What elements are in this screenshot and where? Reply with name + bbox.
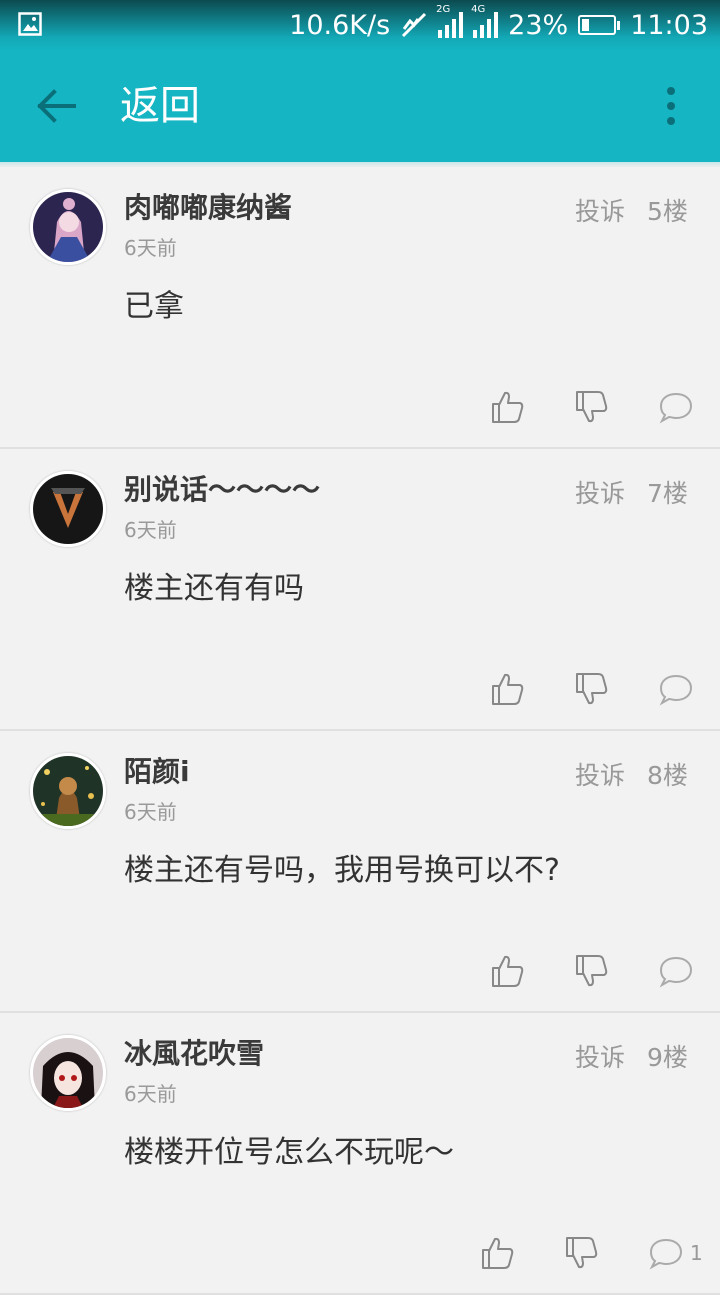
comment-actions bbox=[0, 389, 720, 429]
reply-bubble-icon[interactable] bbox=[648, 1235, 684, 1271]
avatar[interactable] bbox=[30, 471, 106, 547]
report-button[interactable]: 投诉 bbox=[575, 195, 625, 229]
username[interactable]: 别说话～～～～ bbox=[124, 471, 320, 509]
image-notification-icon bbox=[18, 12, 42, 36]
post-time: 6天前 bbox=[124, 236, 177, 260]
reply-bubble-icon[interactable] bbox=[658, 953, 694, 989]
comment-item: 冰風花吹雪 6天前 投诉 9楼 楼楼开位号怎么不玩呢～ 1 bbox=[0, 1013, 720, 1295]
comment-actions bbox=[0, 671, 720, 711]
reply-bubble-icon[interactable] bbox=[658, 671, 694, 707]
post-time: 6天前 bbox=[124, 518, 177, 542]
reply-count: 1 bbox=[690, 1241, 703, 1265]
vibrate-off-icon bbox=[402, 12, 427, 38]
thumbs-up-icon[interactable] bbox=[490, 671, 526, 707]
thumbs-down-icon[interactable] bbox=[574, 953, 610, 989]
signal-2g-icon: 2G bbox=[436, 4, 464, 38]
status-right-group: 10.6K/s 2G 4G 23% 11:03 bbox=[289, 4, 708, 42]
avatar[interactable] bbox=[30, 189, 106, 265]
back-title[interactable]: 返回 bbox=[120, 80, 200, 132]
thumbs-down-icon[interactable] bbox=[564, 1235, 600, 1271]
floor-number: 7楼 bbox=[647, 479, 688, 508]
username[interactable]: 肉嘟嘟康纳酱 bbox=[124, 189, 292, 227]
comment-item: 别说话～～～～ 6天前 投诉 7楼 楼主还有有吗 bbox=[0, 449, 720, 731]
thumbs-down-icon[interactable] bbox=[574, 671, 610, 707]
clock: 11:03 bbox=[630, 9, 708, 41]
reply-bubble-icon[interactable] bbox=[658, 389, 694, 425]
comment-list: 肉嘟嘟康纳酱 6天前 投诉 5楼 已拿 别说话～～～～ 6天前 投诉 7楼 楼主… bbox=[0, 167, 720, 1295]
report-button[interactable]: 投诉 bbox=[575, 477, 625, 511]
net-speed: 10.6K/s bbox=[289, 9, 391, 41]
status-bar: 10.6K/s 2G 4G 23% 11:03 bbox=[0, 0, 720, 50]
battery-level bbox=[582, 19, 590, 31]
signal-4g-icon: 4G bbox=[471, 4, 499, 38]
avatar[interactable] bbox=[30, 753, 106, 829]
action-bar: 返回 bbox=[0, 50, 720, 162]
more-vert-icon[interactable] bbox=[664, 86, 678, 126]
battery-percent: 23% bbox=[508, 9, 569, 41]
comment-content: 已拿 bbox=[124, 289, 184, 324]
comment-actions bbox=[0, 953, 720, 993]
floor-number: 8楼 bbox=[647, 761, 688, 790]
comment-item: 肉嘟嘟康纳酱 6天前 投诉 5楼 已拿 bbox=[0, 167, 720, 449]
comment-content: 楼主还有有吗 bbox=[124, 571, 304, 606]
thumbs-up-icon[interactable] bbox=[480, 1235, 516, 1271]
floor-number: 5楼 bbox=[647, 197, 688, 226]
comment-item: 陌颜i 6天前 投诉 8楼 楼主还有号吗，我用号换可以不? bbox=[0, 731, 720, 1013]
avatar[interactable] bbox=[30, 1035, 106, 1111]
comment-content: 楼楼开位号怎么不玩呢～ bbox=[124, 1135, 454, 1170]
sim2-label: 4G bbox=[471, 4, 486, 15]
battery-icon bbox=[578, 15, 621, 35]
username[interactable]: 陌颜i bbox=[124, 753, 190, 791]
thumbs-up-icon[interactable] bbox=[490, 389, 526, 425]
post-time: 6天前 bbox=[124, 1082, 177, 1106]
thumbs-up-icon[interactable] bbox=[490, 953, 526, 989]
comment-content: 楼主还有号吗，我用号换可以不? bbox=[124, 853, 560, 888]
sim1-label: 2G bbox=[436, 4, 451, 15]
report-button[interactable]: 投诉 bbox=[575, 1041, 625, 1075]
comment-actions: 1 bbox=[0, 1235, 720, 1275]
thumbs-down-icon[interactable] bbox=[574, 389, 610, 425]
report-button[interactable]: 投诉 bbox=[575, 759, 625, 793]
floor-number: 9楼 bbox=[647, 1043, 688, 1072]
username[interactable]: 冰風花吹雪 bbox=[124, 1035, 264, 1073]
post-time: 6天前 bbox=[124, 800, 177, 824]
back-arrow-icon[interactable] bbox=[36, 88, 76, 124]
